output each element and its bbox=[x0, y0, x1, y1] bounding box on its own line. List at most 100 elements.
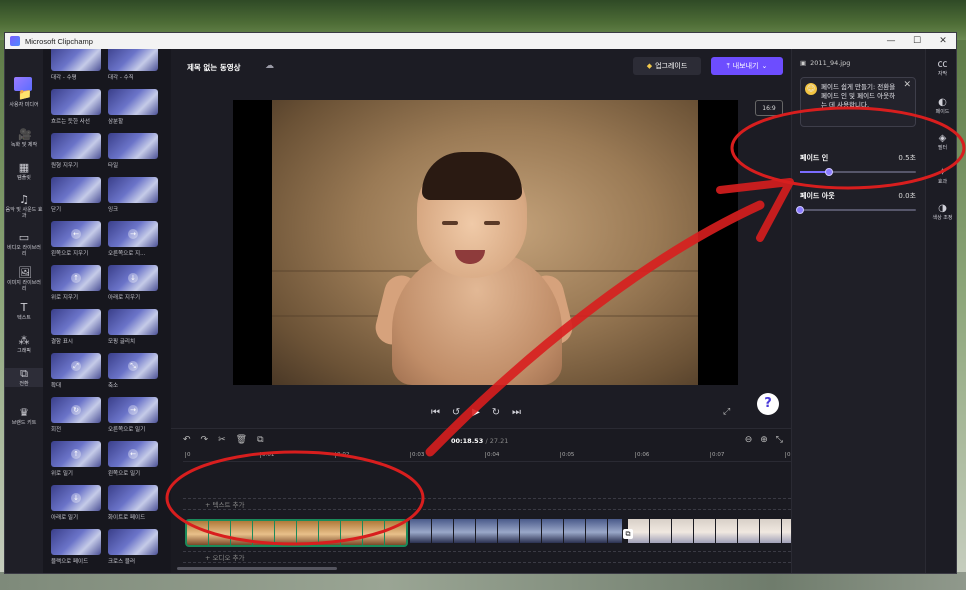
redo-icon[interactable]: ↷ bbox=[201, 435, 209, 445]
maximize-button[interactable]: ☐ bbox=[904, 33, 930, 49]
export-button[interactable]: ⤒ 내보내기 ⌄ bbox=[711, 57, 783, 75]
skip-back-icon[interactable]: ⏮ bbox=[431, 407, 440, 418]
nav-label: 텍스트 bbox=[17, 315, 31, 321]
rail-item[interactable]: ✧ 효과 bbox=[926, 167, 956, 185]
nav-item[interactable]: 🖼 이미지 라이브러리 bbox=[5, 267, 43, 293]
timeline-scrollbar[interactable] bbox=[177, 567, 337, 570]
transition-tile[interactable]: 흐르는 듯한 사선 bbox=[51, 89, 101, 125]
undo-icon[interactable]: ↶ bbox=[183, 435, 191, 445]
transition-tile[interactable]: 화이트로 페이드 bbox=[108, 485, 158, 521]
split-icon[interactable]: ✂ bbox=[218, 435, 226, 445]
clipchamp-app-icon bbox=[10, 36, 20, 46]
nav-item[interactable]: ⁂ 그래픽 bbox=[5, 335, 43, 355]
aspect-ratio-button[interactable]: 16:9 bbox=[755, 100, 783, 116]
transition-tile[interactable]: ← 왼쪽으로 지우기 bbox=[51, 221, 101, 257]
rail-item[interactable]: ◈ 필터 bbox=[926, 133, 956, 151]
transition-tile[interactable]: 대각 - 수평 bbox=[51, 49, 101, 81]
transition-label: 흐르는 듯한 사선 bbox=[51, 119, 90, 125]
transition-tile[interactable]: 삼분할 bbox=[108, 89, 158, 125]
close-window-button[interactable]: ✕ bbox=[930, 33, 956, 49]
fade-in-slider-knob[interactable] bbox=[825, 168, 833, 176]
ruler-tick-label: 0:07 bbox=[709, 452, 725, 458]
nav-label: 그래픽 bbox=[17, 348, 31, 354]
nav-item[interactable]: 📁 사용자 미디어 bbox=[5, 89, 43, 109]
fade-out-slider[interactable] bbox=[796, 206, 916, 214]
transition-tile[interactable]: → 오른쪽으로 밀기 bbox=[108, 397, 158, 433]
upgrade-button[interactable]: ◆ 업그레이드 bbox=[633, 57, 701, 75]
transition-thumbnail: ↑ bbox=[51, 265, 101, 291]
transition-label: 모핑 글리치 bbox=[108, 339, 136, 345]
timeline-ruler: 00:010:020:030:040:050:060:070:08 bbox=[183, 452, 799, 462]
transition-tile[interactable]: ⤡ 축소 bbox=[108, 353, 158, 389]
duplicate-icon[interactable]: ⧉ bbox=[257, 435, 263, 445]
clip-frame bbox=[498, 519, 519, 543]
video-clip[interactable] bbox=[628, 519, 798, 547]
transition-tile[interactable]: 모핑 글리치 bbox=[108, 309, 158, 345]
editor-main: 제목 없는 동영상 ☁ ◆ 업그레이드 ⤒ 내보내기 ⌄ 16:9 ⏮ ↺ ▶ … bbox=[171, 49, 799, 573]
skip-forward-icon[interactable]: ⏭ bbox=[512, 407, 521, 418]
clip-frame bbox=[385, 521, 406, 545]
close-icon[interactable]: ✕ bbox=[903, 81, 911, 90]
nav-item[interactable]: T 텍스트 bbox=[5, 301, 43, 322]
transition-tile[interactable]: 크로스 블러 bbox=[108, 529, 158, 565]
transition-tile[interactable]: → 오른쪽으로 지... bbox=[108, 221, 158, 257]
zoom-in-icon[interactable]: ⊕ bbox=[760, 435, 768, 445]
help-button[interactable]: ? bbox=[757, 393, 779, 415]
transition-tile[interactable]: 타일 bbox=[108, 133, 158, 169]
nav-item[interactable]: ⧉ 전환 bbox=[5, 368, 43, 387]
rail-item[interactable]: ◑ 색상 조정 bbox=[926, 203, 956, 221]
nav-item[interactable]: ▦ 템플릿 bbox=[5, 161, 43, 182]
nav-item[interactable]: ▭ 비디오 라이브러리 bbox=[5, 231, 43, 258]
transition-tile[interactable]: 결함 표시 bbox=[51, 309, 101, 345]
transition-tile[interactable]: ↓ 아래로 지우기 bbox=[108, 265, 158, 301]
transition-tile[interactable]: 대각 - 수직 bbox=[108, 49, 158, 81]
nav-item[interactable]: ♫ 음악 및 사운드 효과 bbox=[5, 194, 43, 220]
rail-item[interactable]: ㏄ 자막 bbox=[926, 59, 956, 77]
selected-clip[interactable] bbox=[185, 519, 408, 547]
left-navigation: 📁 사용자 미디어 🎥 녹화 및 제작 ▦ 템플릿 ♫ 음악 및 사운드 효과 ▭ 비디오 라이브… bbox=[5, 49, 43, 573]
transition-tile[interactable]: ↑ 위로 지우기 bbox=[51, 265, 101, 301]
zoom-out-icon[interactable]: ⊖ bbox=[745, 435, 753, 445]
project-title[interactable]: 제목 없는 동영상 bbox=[187, 62, 241, 73]
transition-tile[interactable]: 잉크 bbox=[108, 177, 158, 213]
clip-frame bbox=[410, 519, 431, 543]
transition-tile[interactable]: ⤢ 확대 bbox=[51, 353, 101, 389]
video-clip[interactable] bbox=[410, 519, 622, 547]
fade-in-slider[interactable] bbox=[800, 168, 916, 176]
transition-tile[interactable]: ← 왼쪽으로 밀기 bbox=[108, 441, 158, 477]
rail-item[interactable]: ◐ 페이드 bbox=[926, 97, 956, 115]
nav-icon: T bbox=[20, 301, 28, 314]
transition-tile[interactable]: ↻ 회전 bbox=[51, 397, 101, 433]
minimize-button[interactable]: — bbox=[878, 33, 904, 49]
nav-item[interactable]: 🎥 녹화 및 제작 bbox=[5, 129, 43, 149]
transition-tile[interactable]: ↑ 위로 밀기 bbox=[51, 441, 101, 477]
rail-icon: ✧ bbox=[938, 167, 947, 178]
play-icon[interactable]: ▶ bbox=[472, 407, 480, 418]
clip-frame bbox=[187, 521, 208, 545]
rewind-5s-icon[interactable]: ↺ bbox=[452, 407, 460, 418]
transition-tile[interactable]: 닫기 bbox=[51, 177, 101, 213]
nav-icon: ▭ bbox=[18, 231, 30, 244]
transition-tile[interactable]: ↓ 아래로 밀기 bbox=[51, 485, 101, 521]
transition-tile[interactable]: 원형 지우기 bbox=[51, 133, 101, 169]
delete-icon[interactable]: 🗑 bbox=[236, 435, 247, 445]
nav-item[interactable]: ♛ 브랜드 키트 bbox=[5, 407, 43, 427]
clip-frame bbox=[672, 519, 693, 543]
image-file-icon: ▣ bbox=[800, 59, 807, 67]
nav-icon: ▦ bbox=[18, 161, 30, 174]
transition-tile[interactable]: 블랙으로 페이드 bbox=[51, 529, 101, 565]
transition-thumbnail: ↓ bbox=[51, 485, 101, 511]
add-audio-track[interactable]: + 오디오 추가 bbox=[183, 551, 791, 563]
transition-direction-icon: → bbox=[128, 229, 138, 239]
add-text-track[interactable]: + 텍스트 추가 bbox=[183, 498, 791, 510]
transition-label: 위로 밀기 bbox=[51, 471, 73, 477]
transition-thumbnail: ⤢ bbox=[51, 353, 101, 379]
fade-out-slider-knob[interactable] bbox=[796, 206, 804, 214]
transition-marker-icon[interactable]: ⧉ bbox=[623, 529, 633, 539]
transition-direction-icon: ← bbox=[128, 449, 138, 459]
nav-label: 브랜드 키트 bbox=[11, 420, 37, 426]
forward-5s-icon[interactable]: ↻ bbox=[492, 407, 500, 418]
fit-timeline-icon[interactable]: ⤡ bbox=[776, 435, 783, 445]
transition-thumbnail: ← bbox=[51, 221, 101, 247]
fullscreen-icon[interactable]: ⤢ bbox=[723, 407, 730, 417]
